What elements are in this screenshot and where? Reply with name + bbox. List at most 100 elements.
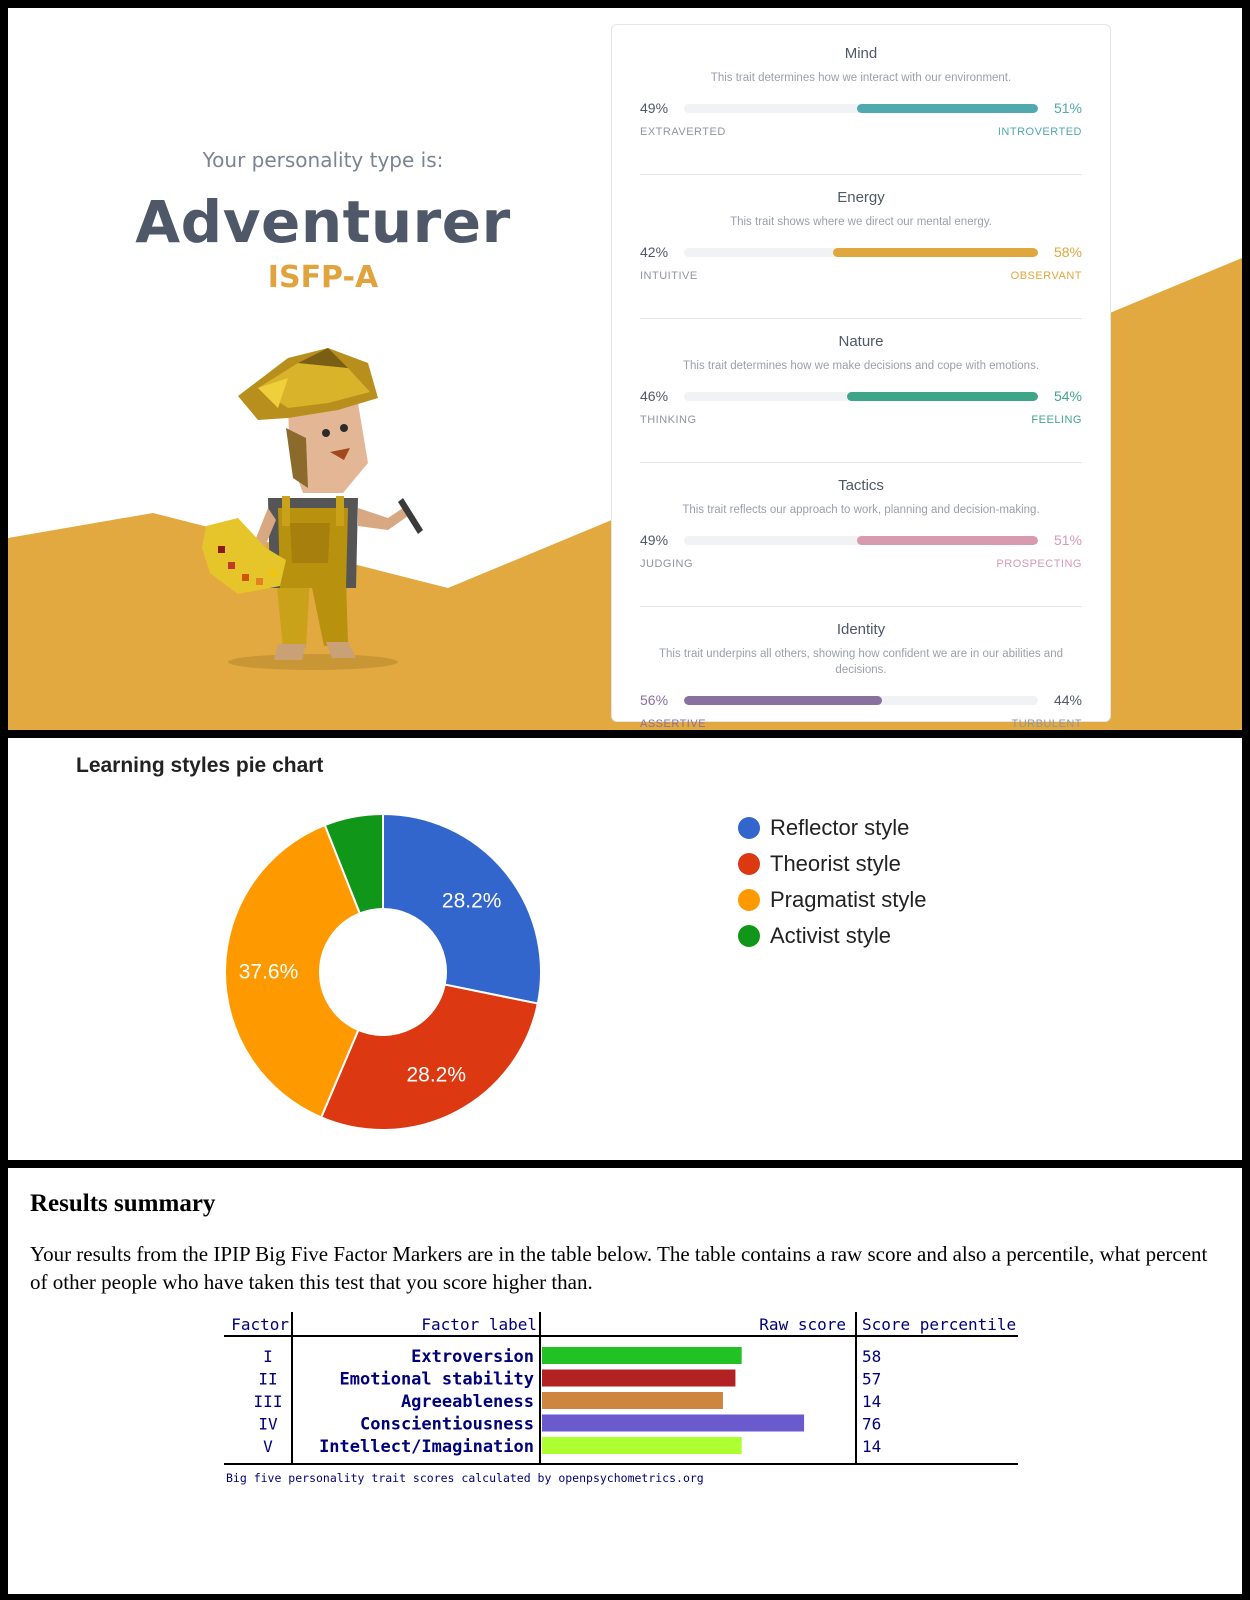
trait-left-label: EXTRAVERTED (640, 126, 726, 138)
trait-bar-fill (857, 103, 1038, 113)
type-code: ISFP-A (267, 260, 379, 295)
factor-label: Agreeableness (401, 1392, 534, 1412)
trait-bar-track (684, 535, 1038, 545)
raw-score-bar (542, 1414, 805, 1432)
personality-panel: Your personality type is: Adventurer ISF… (8, 8, 1242, 730)
factor-numeral: I (263, 1347, 273, 1366)
trait-left-label: INTUITIVE (640, 270, 698, 282)
trait-name: Energy (837, 189, 885, 206)
pie-slice-value-label: 28.2% (442, 890, 502, 913)
factor-label: Extroversion (411, 1347, 534, 1367)
trait-bar-track (684, 247, 1038, 257)
column-header-factor: Factor (231, 1315, 289, 1334)
trait-bar-row: 46% 54% (640, 388, 1082, 404)
chart-footer-credit: Big five personality trait scores calcul… (226, 1471, 704, 1485)
score-percentile: 58 (862, 1347, 881, 1366)
raw-score-bar (542, 1392, 723, 1409)
trait-right-label: OBSERVANT (1010, 270, 1082, 282)
trait-description: This trait determines how we interact wi… (710, 72, 1012, 84)
score-percentile: 57 (862, 1370, 881, 1389)
legend-item[interactable]: Activist style (738, 918, 927, 954)
adventurer-illustration (202, 348, 423, 670)
pie-slice-theorist-style[interactable] (319, 983, 539, 1131)
trait-bar-row: 56% 44% (640, 692, 1082, 708)
trait-left-percent: 46% (640, 388, 669, 404)
trait-bar-track (684, 103, 1038, 113)
trait-mind: Mind This trait determines how we intera… (640, 45, 1082, 175)
factor-numeral: III (254, 1392, 283, 1411)
trait-name: Mind (844, 45, 878, 62)
trait-bar-track (684, 391, 1038, 401)
trait-bar-track (684, 695, 1038, 705)
raw-score-bar (542, 1347, 742, 1364)
trait-bar-row: 42% 58% (640, 244, 1082, 260)
trait-bar-fill (832, 247, 1038, 257)
factor-label: Intellect/Imagination (319, 1437, 534, 1457)
big-five-panel: Results summary Your results from the IP… (8, 1168, 1242, 1594)
score-percentile: 76 (862, 1415, 881, 1434)
raw-score-bar (542, 1369, 736, 1387)
learning-styles-panel: Learning styles pie chart 28.2% 28.2% 37.6… (8, 738, 1242, 1160)
legend-label: Theorist style (770, 851, 901, 876)
trait-labels: ASSERTIVE TURBULENT (640, 718, 1082, 730)
trait-right-percent: 58% (1053, 244, 1082, 260)
trait-left-label: THINKING (640, 414, 697, 426)
trait-left-percent: 49% (640, 532, 669, 548)
trait-right-label: INTROVERTED (997, 126, 1082, 138)
pie-slice-value-label: 37.6% (239, 961, 299, 984)
trait-right-percent: 51% (1053, 532, 1082, 548)
trait-bar-fill (846, 391, 1038, 401)
trait-right-percent: 51% (1053, 100, 1082, 116)
factor-label: Conscientiousness (360, 1415, 534, 1435)
big-five-table-chart: Factor Factor label Raw score Score percent… (224, 1312, 1018, 1485)
trait-right-label: TURBULENT (1011, 718, 1082, 730)
trait-left-percent: 42% (640, 244, 669, 260)
trait-nature: Nature This trait determines how we make… (640, 333, 1082, 463)
trait-right-label: PROSPECTING (996, 558, 1082, 570)
trait-tactics: Tactics This trait reflects our approach… (640, 477, 1082, 607)
trait-description: This trait underpins all others, showing… (659, 648, 1063, 676)
trait-left-label: ASSERTIVE (640, 718, 707, 730)
trait-name: Nature (838, 333, 884, 350)
trait-labels: INTUITIVE OBSERVANT (640, 270, 1082, 282)
trait-bar-row: 49% 51% (640, 100, 1082, 116)
trait-labels: THINKING FEELING (640, 414, 1082, 426)
trait-right-percent: 54% (1053, 388, 1082, 404)
personality-type-block: Your personality type is: Adventurer ISF… (68, 148, 578, 295)
legend-item[interactable]: Reflector style (738, 810, 927, 846)
legend-label: Reflector style (770, 815, 910, 840)
trait-labels: EXTRAVERTED INTROVERTED (640, 126, 1082, 138)
type-name: Adventurer (135, 188, 511, 256)
trait-identity: Identity This trait underpins all others… (640, 621, 1082, 730)
trait-left-label: JUDGING (640, 558, 693, 570)
pie-slice-value-label: 28.2% (406, 1063, 466, 1086)
legend-dot-icon (738, 889, 760, 911)
column-header-percentile: Score percentile (862, 1315, 1016, 1334)
legend-label: Pragmatist style (770, 887, 927, 912)
traits-card: Mind This trait determines how we intera… (611, 24, 1111, 730)
factor-label: Emotional stability (340, 1370, 534, 1390)
trait-right-label: FEELING (1031, 414, 1082, 426)
factor-numeral: V (263, 1437, 273, 1456)
pie-chart: 28.2% 28.2% 37.6% (224, 812, 542, 1131)
trait-bar-fill (684, 695, 883, 705)
trait-name: Tactics (838, 477, 884, 494)
trait-left-percent: 56% (640, 692, 669, 708)
score-percentile: 14 (862, 1437, 881, 1456)
column-header-label: Factor label (421, 1315, 537, 1334)
trait-bar-row: 49% 51% (640, 532, 1082, 548)
type-intro: Your personality type is: (202, 148, 444, 172)
legend-item[interactable]: Theorist style (738, 846, 927, 882)
trait-description: This trait determines how we make decisi… (682, 360, 1040, 372)
column-header-raw-score: Raw score (759, 1315, 846, 1334)
trait-left-percent: 49% (640, 100, 669, 116)
legend-label: Activist style (770, 923, 892, 948)
legend-dot-icon (738, 853, 760, 875)
traits-list: Mind This trait determines how we intera… (640, 45, 1082, 730)
legend-dot-icon (738, 817, 760, 839)
pie-legend: Reflector style Theorist style Pragmatis… (738, 810, 927, 954)
trait-bar-fill (857, 535, 1038, 545)
legend-item[interactable]: Pragmatist style (738, 882, 927, 918)
trait-energy: Energy This trait shows where we direct … (640, 189, 1082, 319)
trait-name: Identity (836, 621, 886, 638)
